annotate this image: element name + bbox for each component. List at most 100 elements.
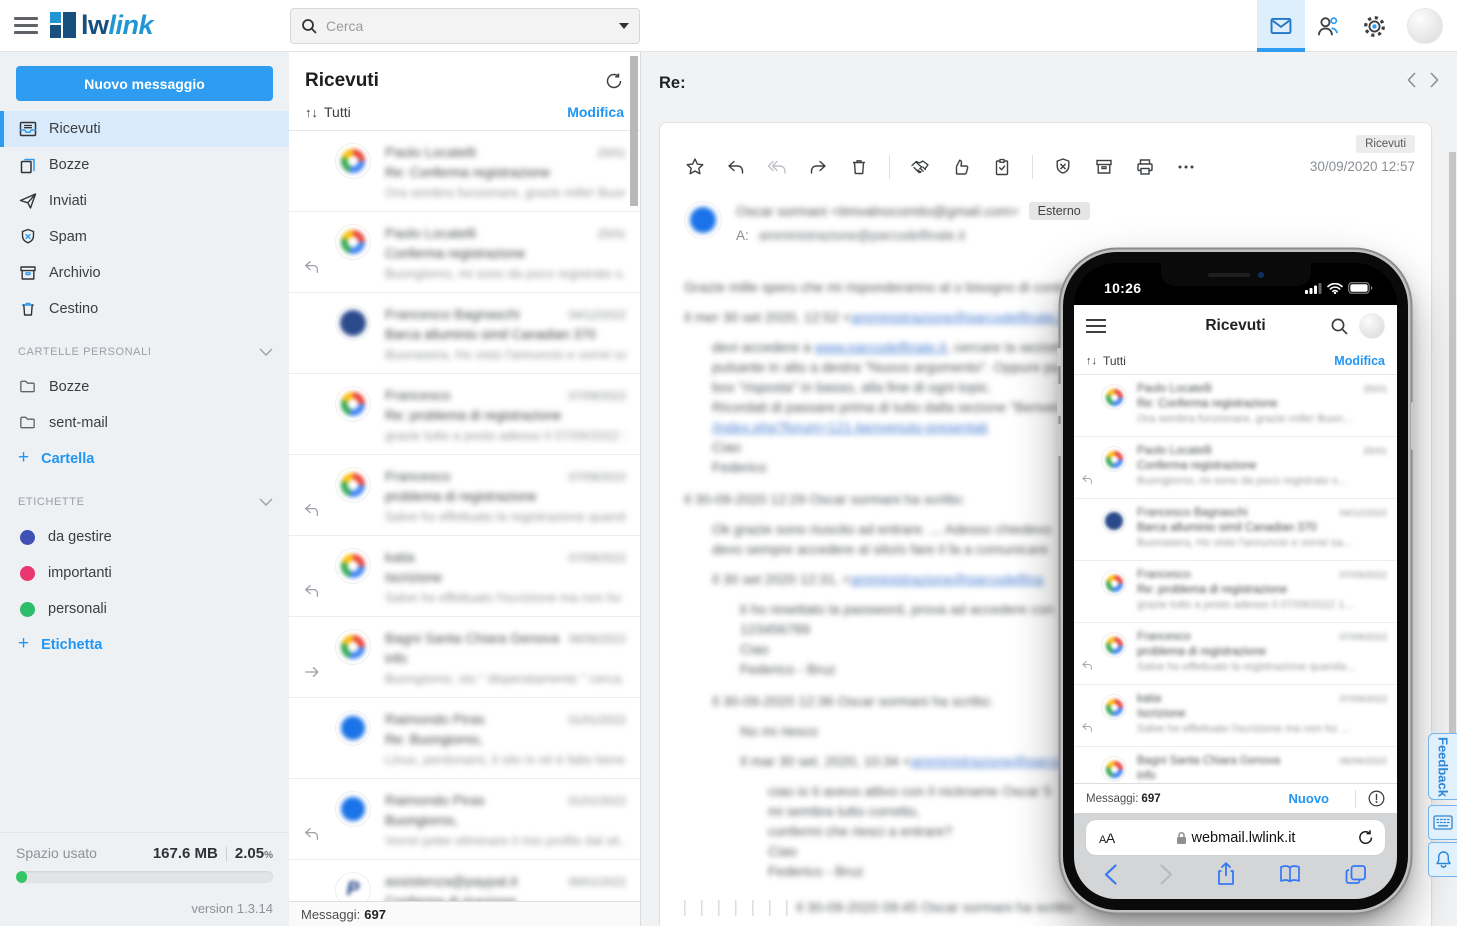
sender-avatar-wrap (335, 293, 373, 373)
reload-icon[interactable] (1358, 829, 1374, 846)
list-item[interactable]: Paolo Locatelli25/01Re: Conferma registr… (1074, 375, 1397, 437)
sidebar-item-archivio[interactable]: Archivio (0, 255, 289, 291)
share-icon[interactable] (1216, 862, 1236, 886)
message-subject: problema di registrazione (1137, 646, 1387, 658)
list-item-topline: Francesco Bagnaschi04/12/2022 (1137, 507, 1387, 519)
phone-address-bar[interactable]: AA webmail.lwlink.it (1086, 820, 1385, 855)
sidebar-item-inviati[interactable]: Inviati (0, 183, 289, 219)
tabs-icon[interactable] (1345, 864, 1367, 885)
sender-name: Paolo Locatelli (385, 144, 476, 160)
label-item-personali[interactable]: personali (0, 591, 289, 627)
contacts-icon (1315, 13, 1342, 40)
thumbs-up-icon[interactable] (950, 156, 972, 178)
add-label-button[interactable]: + Etichetta (0, 627, 289, 663)
list-item[interactable]: Paolo Locatelli25/01Re: Conferma registr… (289, 131, 640, 212)
phone-mute-switch (1057, 348, 1061, 366)
list-item[interactable]: Raimondo Piras01/01/2022Re: Buongiorno,L… (289, 698, 640, 779)
phone-sort-arrows-icon: ↑↓ (1086, 355, 1097, 367)
list-item[interactable]: Bagni Santa Chiara Genova06/06/2022infoB… (289, 617, 640, 698)
phone-new-message-button[interactable]: Nuovo (1289, 791, 1329, 806)
body-link[interactable]: amministrazione@parcodelfina (851, 571, 1043, 587)
phone-edit-button[interactable]: Modifica (1334, 354, 1385, 368)
settings-button[interactable] (1351, 0, 1397, 52)
search-bar[interactable] (290, 8, 640, 44)
list-item[interactable]: Francesco07/09/2022problema di registraz… (289, 455, 640, 536)
personal-folder-sent-mail[interactable]: sent-mail (0, 405, 289, 441)
sidebar-item-ricevuti[interactable]: Ricevuti (0, 111, 289, 147)
browser-forward-icon[interactable] (1160, 864, 1173, 885)
list-item[interactable]: Paolo Locatelli25/01Conferma registrazio… (1074, 437, 1397, 499)
more-options-icon[interactable] (1175, 156, 1197, 178)
folder-list: RicevutiBozzeInviatiSpamArchivioCestino (0, 111, 289, 327)
list-scrollbar[interactable] (630, 56, 638, 206)
body-link[interactable]: /index.php?forum=121-benvenuto-presentat… (712, 419, 988, 435)
label-item-da-gestire[interactable]: da gestire (0, 519, 289, 555)
phone-search-icon[interactable] (1330, 317, 1349, 336)
phone-user-avatar[interactable] (1359, 313, 1385, 339)
blue-avatar (335, 710, 371, 746)
search-scope-caret-icon[interactable] (619, 23, 629, 29)
previous-message-icon[interactable] (1407, 72, 1416, 88)
reply-all-icon[interactable] (766, 156, 788, 178)
personal-folders-section-header[interactable]: CARTELLE PERSONALI (0, 335, 289, 369)
archive-icon[interactable] (1093, 156, 1115, 178)
google-avatar (1101, 570, 1127, 596)
add-folder-button[interactable]: + Cartella (0, 441, 289, 477)
phone-sync-alert-icon[interactable] (1368, 790, 1385, 807)
labels-section-header[interactable]: ETICHETTE (0, 485, 289, 519)
search-input[interactable] (326, 18, 619, 34)
keyboard-shortcuts-button[interactable] (1428, 805, 1457, 840)
menu-icon[interactable] (14, 13, 38, 39)
bookmarks-icon[interactable] (1278, 864, 1302, 885)
list-item[interactable]: Francesco Bagnaschi04/12/2022Barca allum… (1074, 499, 1397, 561)
text-size-button[interactable]: AA (1099, 830, 1115, 846)
reading-scrollbar[interactable] (1449, 152, 1456, 772)
star-icon[interactable] (684, 156, 706, 178)
compose-button[interactable]: Nuovo messaggio (16, 66, 273, 101)
contacts-button[interactable] (1305, 0, 1351, 52)
google-avatar (1101, 694, 1127, 720)
list-item[interactable]: Raimondo Piras01/01/2022Buongiorno,Vorre… (289, 779, 640, 860)
body-link[interactable]: amministrazione@parcodelfinale.it (851, 309, 1065, 325)
list-item[interactable]: Francesco Bagnaschi04/12/2022Barca allum… (289, 293, 640, 374)
list-item[interactable]: katia07/09/2022IscrizioneSalve ho effett… (1074, 685, 1397, 747)
personal-folder-bozze[interactable]: Bozze (0, 369, 289, 405)
list-item-topline: Paolo Locatelli25/01 (1137, 445, 1387, 457)
next-message-icon[interactable] (1430, 72, 1439, 88)
notifications-button[interactable] (1428, 842, 1457, 877)
mail-tab[interactable] (1257, 0, 1305, 52)
sidebar-item-cestino[interactable]: Cestino (0, 291, 289, 327)
message-snippet: Salve ho effettuato l'iscrizione ma non … (1137, 723, 1387, 735)
reply-icon[interactable] (725, 156, 747, 178)
inbox-icon (18, 119, 38, 139)
body-link[interactable]: amministrazione@parco (911, 753, 1062, 769)
body-link[interactable]: www.parcodelfinale.it (815, 339, 947, 355)
edit-list-button[interactable]: Modifica (567, 104, 624, 120)
sort-filter-label[interactable]: Tutti (324, 104, 351, 120)
print-icon[interactable] (1134, 156, 1156, 178)
list-item-topline: katia07/09/2022 (1137, 693, 1387, 705)
handshake-icon[interactable] (909, 156, 931, 178)
forward-icon[interactable] (807, 156, 829, 178)
list-item[interactable]: Francesco07/09/2022Re: problema di regis… (289, 374, 640, 455)
refresh-icon[interactable] (604, 71, 624, 91)
sidebar-item-bozze[interactable]: Bozze (0, 147, 289, 183)
list-item[interactable]: Francesco07/09/2022Re: problema di regis… (1074, 561, 1397, 623)
phone-safari-toolbar (1074, 855, 1397, 899)
list-item[interactable]: Bagni Santa Chiara Genova06/06/2022infoB… (1074, 747, 1397, 783)
list-item[interactable]: Paolo Locatelli25/01Conferma registrazio… (289, 212, 640, 293)
list-item[interactable]: katia07/09/2022IscrizioneSalve ho effett… (289, 536, 640, 617)
recipient-address: amministrazione@parcodelfinale.it (759, 228, 966, 243)
spam-shield-icon[interactable] (1052, 156, 1074, 178)
sidebar-item-spam[interactable]: Spam (0, 219, 289, 255)
phone-sort-filter-label[interactable]: Tutti (1103, 354, 1126, 368)
clipboard-check-icon[interactable] (991, 156, 1013, 178)
list-item[interactable]: Passistenza@paypal.it06/01/2022Conferma … (289, 860, 640, 901)
delete-icon[interactable] (848, 156, 870, 178)
feedback-tab[interactable]: Feedback (1428, 733, 1457, 800)
browser-back-icon[interactable] (1104, 864, 1117, 885)
label-item-importanti[interactable]: importanti (0, 555, 289, 591)
user-avatar[interactable] (1407, 8, 1443, 44)
list-item[interactable]: Francesco07/09/2022problema di registraz… (1074, 623, 1397, 685)
message-date: 07/09/2022 (1339, 570, 1387, 581)
